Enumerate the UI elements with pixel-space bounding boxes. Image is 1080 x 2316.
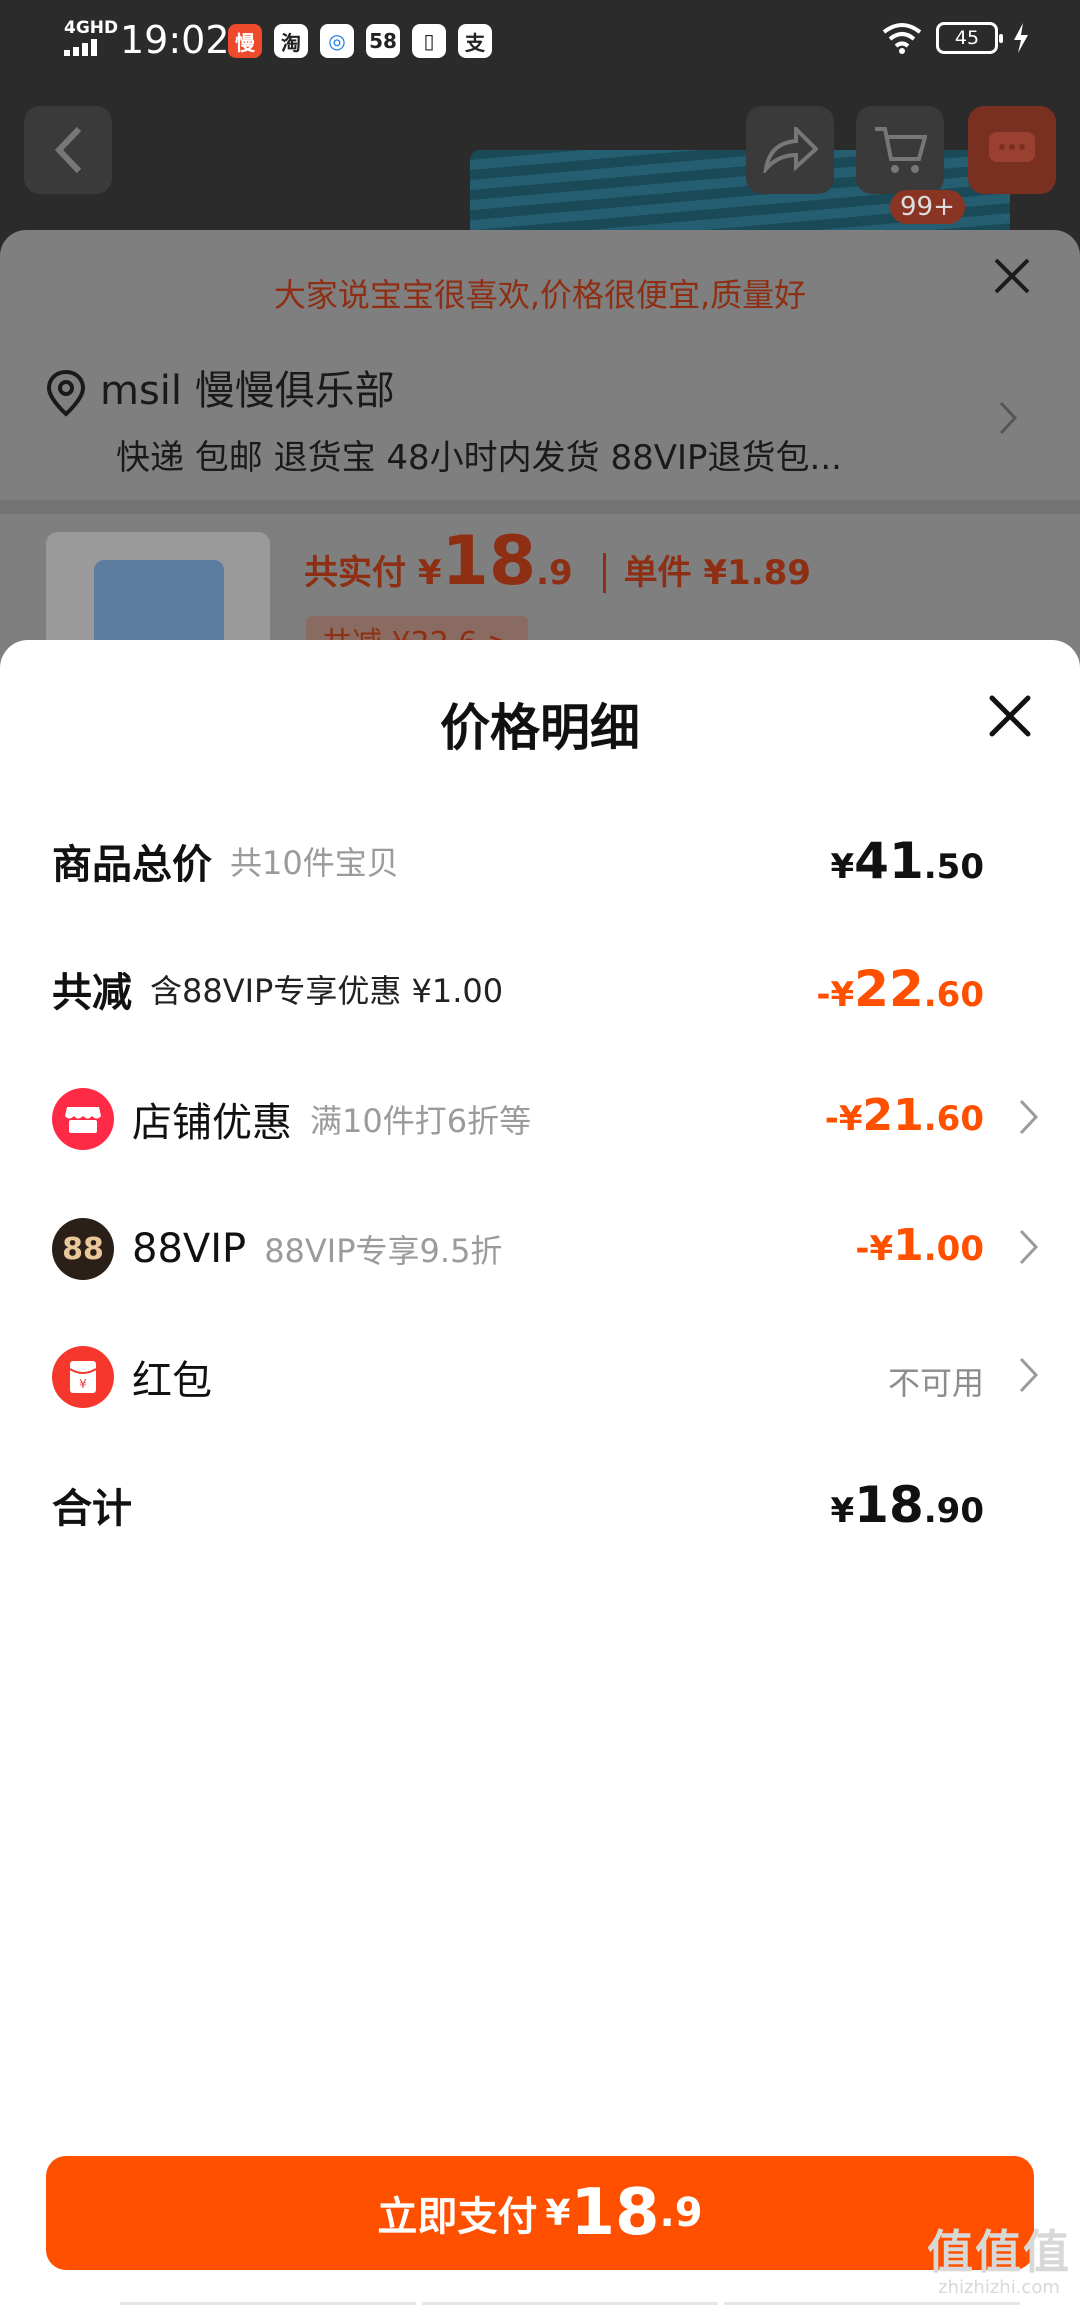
review-slogan: 大家说宝宝很喜欢,价格很便宜,质量好: [273, 276, 807, 314]
unit-price: 单件 ¥1.89: [602, 553, 811, 593]
watermark: 值值值 zhizhizhi.com: [924, 2226, 1074, 2298]
product-top-bar: 99+: [0, 80, 1080, 310]
total-paid-dec: .9: [536, 553, 573, 593]
amount-currency: -¥: [824, 1099, 863, 1139]
amount-currency: ¥: [830, 847, 855, 887]
notification-icons: 慢 淘 ◎ 58 ▯ 支: [228, 24, 492, 58]
battery-icon: 45: [936, 22, 1003, 54]
home-indicator: [120, 2302, 1020, 2305]
item-count: 共10件宝贝: [230, 844, 399, 882]
pay-label: 立即支付: [377, 2194, 538, 2240]
back-button[interactable]: [24, 106, 112, 194]
status-right: 45: [882, 22, 1030, 54]
amount-currency: -¥: [816, 975, 855, 1015]
message-icon: [989, 132, 1035, 162]
row-label: 店铺优惠: [132, 1100, 292, 1146]
pay-now-button[interactable]: 立即支付 ¥ 18 .9: [46, 2156, 1034, 2270]
pay-currency: ¥: [545, 2192, 571, 2234]
app-notification-icon: 58: [366, 24, 400, 58]
app-notification-icon: 淘: [274, 24, 308, 58]
amount-int: 21: [862, 1090, 924, 1141]
amount-int: 1: [893, 1220, 924, 1271]
total-discount-row: 共减 含88VIP专享优惠 ¥1.00 -¥22.60: [52, 954, 1042, 1024]
shop-discount-note: 满10件打6折等: [310, 1102, 532, 1140]
amount-dec: .00: [923, 1229, 984, 1269]
close-icon[interactable]: [992, 256, 1032, 296]
shipping-info: 快递 包邮 退货宝 48小时内发货 88VIP退货包...: [116, 438, 842, 478]
subtotal-amount: ¥41.50: [831, 832, 985, 890]
cart-count-badge: 99+: [890, 190, 965, 224]
total-paid-int: 18: [441, 522, 537, 601]
vip-discount-note: 88VIP专享9.5折: [264, 1232, 503, 1270]
app-notification-icon: 支: [458, 24, 492, 58]
price-detail-sheet: 价格明细 商品总价 共10件宝贝 ¥41.50 共减 含88VIP专享优惠 ¥1…: [0, 640, 1080, 2316]
shop-discount-amount: -¥21.60: [825, 1090, 984, 1141]
row-label: 商品总价: [52, 842, 212, 888]
message-button[interactable]: [968, 106, 1056, 194]
grand-total-amount: ¥18.90: [831, 1476, 985, 1534]
row-label: 红包: [132, 1358, 212, 1404]
total-paid: 共实付 ¥18.9 单件 ¥1.89: [304, 522, 811, 601]
back-icon: [54, 126, 82, 174]
amount-int: 41: [854, 832, 924, 890]
amount-dec: .60: [923, 1099, 984, 1139]
row-label: 合计: [52, 1486, 132, 1532]
chevron-right-icon: [1019, 1099, 1039, 1135]
total-discount-amount: -¥22.60: [816, 960, 984, 1018]
cart-icon: [875, 127, 927, 173]
pay-dec: .9: [659, 2190, 703, 2236]
chevron-right-icon: [1019, 1229, 1039, 1265]
row-label: 共减: [52, 970, 132, 1016]
red-packet-icon: ¥: [52, 1346, 114, 1408]
divider: [0, 500, 1080, 514]
vip-discount-amount: -¥1.00: [855, 1220, 984, 1271]
amount-dec: .90: [923, 1491, 984, 1531]
discount-note: 含88VIP专享优惠 ¥1.00: [150, 972, 504, 1010]
amount-dec: .50: [923, 847, 984, 887]
amount-dec: .60: [923, 975, 984, 1015]
shop-discount-row[interactable]: 店铺优惠 满10件打6折等 -¥21.60: [52, 1084, 1042, 1154]
shipping-address[interactable]: msil 慢慢俱乐部: [44, 358, 395, 418]
app-notification-icon: 慢: [228, 24, 262, 58]
red-packet-row[interactable]: ¥ 红包 不可用: [52, 1342, 1042, 1412]
status-bar: 4GHD 19:02 慢 淘 ◎ 58 ▯ 支 45: [0, 0, 1080, 80]
sheet-title: 价格明细: [440, 699, 640, 757]
chevron-right-icon[interactable]: [998, 400, 1018, 436]
app-notification-icon: ▯: [412, 24, 446, 58]
watermark-logo: 值值值: [927, 2225, 1071, 2279]
clock: 19:02: [120, 18, 230, 62]
app-notification-icon: ◎: [320, 24, 354, 58]
row-label: 88VIP: [132, 1226, 247, 1272]
shop-icon: [52, 1088, 114, 1150]
address-text: msil 慢慢俱乐部: [100, 368, 395, 414]
vip-discount-row[interactable]: 88 88VIP 88VIP专享9.5折 -¥1.00: [52, 1214, 1042, 1284]
wifi-icon: [882, 23, 922, 54]
location-pin-icon: [46, 369, 86, 417]
subtotal-row: 商品总价 共10件宝贝 ¥41.50: [52, 826, 1042, 896]
cart-button[interactable]: [856, 106, 944, 194]
signal-icon: [64, 39, 97, 56]
charging-icon: [1014, 23, 1028, 53]
pay-int: 18: [570, 2176, 660, 2250]
grand-total-row: 合计 ¥18.90: [52, 1470, 1042, 1540]
amount-int: 18: [854, 1476, 924, 1534]
amount-currency: ¥: [830, 1491, 855, 1531]
share-icon: [763, 127, 818, 173]
vip-88-icon: 88: [52, 1218, 114, 1280]
svg-text:¥: ¥: [79, 1377, 87, 1391]
share-button[interactable]: [746, 106, 834, 194]
amount-int: 22: [854, 960, 924, 1018]
total-paid-label: 共实付 ¥: [304, 553, 442, 593]
red-packet-status: 不可用: [887, 1364, 984, 1402]
amount-currency: -¥: [855, 1229, 894, 1269]
close-icon[interactable]: [984, 690, 1036, 742]
chevron-right-icon: [1019, 1357, 1039, 1393]
watermark-url: zhizhizhi.com: [938, 2277, 1060, 2298]
network-indicator: 4GHD: [64, 18, 119, 38]
